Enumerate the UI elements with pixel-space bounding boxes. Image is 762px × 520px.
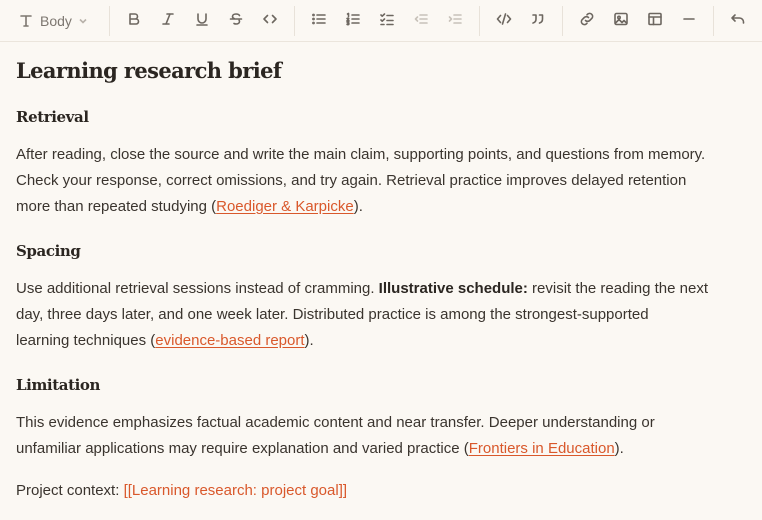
chevron-down-icon xyxy=(78,13,88,29)
paragraph-line: Check your response, correct omissions, … xyxy=(16,172,687,189)
undo-button[interactable] xyxy=(725,8,751,34)
table-icon xyxy=(647,11,663,32)
paragraph-line: unfamiliar applications may require expl… xyxy=(16,440,469,457)
italic-icon xyxy=(160,11,176,32)
text-type-icon xyxy=(18,13,34,29)
paragraph-line: more than repeated studying ( xyxy=(16,198,217,215)
underline-icon xyxy=(194,11,210,32)
toolbar-divider xyxy=(294,6,295,36)
image-button[interactable] xyxy=(608,8,634,34)
project-context-label: Project context: xyxy=(16,482,124,499)
outdent-icon xyxy=(413,11,429,32)
code-block-icon xyxy=(496,11,512,32)
outdent-button[interactable] xyxy=(408,8,434,34)
paragraph-line: ). xyxy=(304,332,314,349)
paragraph-line: This evidence emphasizes factual academi… xyxy=(16,414,655,431)
indent-icon xyxy=(447,11,463,32)
undo-icon xyxy=(730,11,746,32)
bold-button[interactable] xyxy=(121,8,147,34)
toolbar-divider xyxy=(109,6,110,36)
document-title: Learning research brief xyxy=(16,58,282,83)
toolbar-divider xyxy=(562,6,563,36)
paragraph-line: ). xyxy=(614,440,624,457)
paragraph-line: day, three days later, and one week late… xyxy=(16,306,649,323)
strikethrough-icon xyxy=(228,11,244,32)
link-evidence-based-report[interactable]: evidence-based report xyxy=(155,332,304,349)
italic-button[interactable] xyxy=(155,8,181,34)
link-icon xyxy=(579,11,595,32)
paragraph-line: ). xyxy=(353,198,363,215)
bold-icon xyxy=(126,11,142,32)
paragraph-line: revisit the reading the next xyxy=(527,280,708,297)
paragraph-line: Use additional retrieval sessions instea… xyxy=(16,280,379,297)
table-button[interactable] xyxy=(642,8,668,34)
underline-button[interactable] xyxy=(189,8,215,34)
link-button[interactable] xyxy=(574,8,600,34)
paragraph-retrieval: After reading, close the source and writ… xyxy=(16,142,746,220)
task-list-button[interactable] xyxy=(374,8,400,34)
text-style-dropdown[interactable]: Body xyxy=(12,8,96,34)
link-frontiers-in-education[interactable]: Frontiers in Education xyxy=(469,440,615,457)
section-heading-spacing: Spacing xyxy=(16,242,81,260)
paragraph-line: learning techniques ( xyxy=(16,332,156,349)
bold-text: Illustrative schedule: xyxy=(378,280,528,297)
code-block-button[interactable] xyxy=(491,8,517,34)
inline-code-button[interactable] xyxy=(257,8,283,34)
horizontal-rule-button[interactable] xyxy=(676,8,702,34)
bullet-list-icon xyxy=(311,11,327,32)
inline-code-icon xyxy=(262,11,278,32)
link-roediger-karpicke[interactable]: Roediger & Karpicke xyxy=(216,198,354,215)
section-heading-retrieval: Retrieval xyxy=(16,108,89,126)
paragraph-line: After reading, close the source and writ… xyxy=(16,146,706,163)
image-icon xyxy=(613,11,629,32)
editor-toolbar: Body xyxy=(0,0,762,42)
blockquote-icon xyxy=(530,11,546,32)
horizontal-rule-icon xyxy=(681,11,697,32)
text-style-label: Body xyxy=(40,13,72,29)
paragraph-project-context: Project context: [[Learning research: pr… xyxy=(16,478,746,504)
numbered-list-icon xyxy=(345,11,361,32)
indent-button[interactable] xyxy=(442,8,468,34)
bullet-list-button[interactable] xyxy=(306,8,332,34)
numbered-list-button[interactable] xyxy=(340,8,366,34)
toolbar-divider xyxy=(479,6,480,36)
paragraph-limitation: This evidence emphasizes factual academi… xyxy=(16,410,746,462)
toolbar-divider xyxy=(713,6,714,36)
paragraph-spacing: Use additional retrieval sessions instea… xyxy=(16,276,746,354)
section-heading-limitation: Limitation xyxy=(16,376,101,394)
blockquote-button[interactable] xyxy=(525,8,551,34)
task-list-icon xyxy=(379,11,395,32)
strikethrough-button[interactable] xyxy=(223,8,249,34)
wikilink-project-goal[interactable]: [[Learning research: project goal]] xyxy=(124,482,347,499)
